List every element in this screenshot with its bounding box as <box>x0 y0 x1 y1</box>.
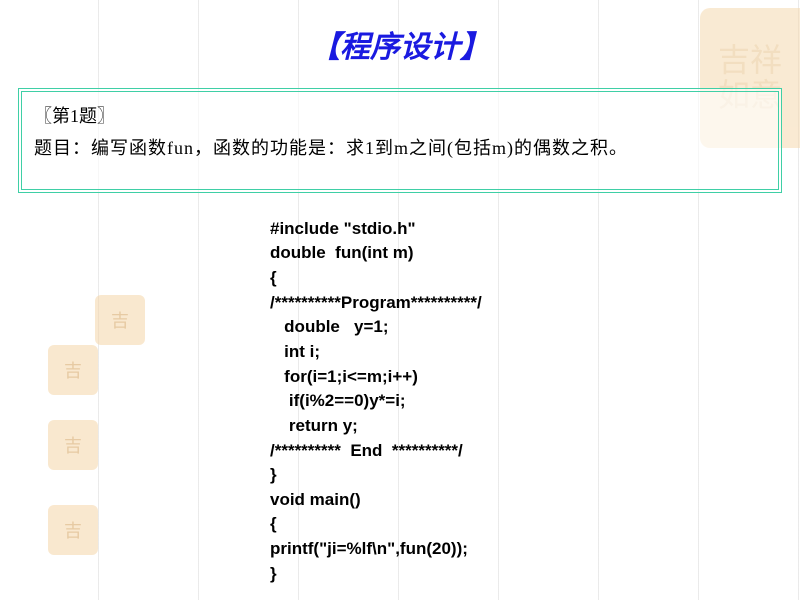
code-line: /********** End **********/ <box>270 441 463 460</box>
decorative-seal-4: 吉 <box>48 505 98 555</box>
code-line: /**********Program**********/ <box>270 293 482 312</box>
code-line: return y; <box>270 416 358 435</box>
code-line: { <box>270 268 277 287</box>
code-line: double y=1; <box>270 317 389 336</box>
code-line: #include "stdio.h" <box>270 219 416 238</box>
problem-number: 〖第1题〗 <box>34 102 766 128</box>
code-line: for(i=1;i<=m;i++) <box>270 367 418 386</box>
page-title: 【程序设计】 <box>0 0 800 78</box>
code-line: if(i%2==0)y*=i; <box>270 391 406 410</box>
decorative-seal-2: 吉 <box>48 345 98 395</box>
code-block: #include "stdio.h" double fun(int m) { /… <box>270 217 800 587</box>
code-line: int i; <box>270 342 320 361</box>
code-line: double fun(int m) <box>270 243 414 262</box>
code-line: } <box>270 465 277 484</box>
code-line: { <box>270 514 277 533</box>
problem-text: 题目：编写函数fun，函数的功能是：求1到m之间(包括m)的偶数之积。 <box>34 134 766 163</box>
code-line: void main() <box>270 490 361 509</box>
code-line: } <box>270 564 277 583</box>
decorative-seal-3: 吉 <box>48 420 98 470</box>
problem-box: 〖第1题〗 题目：编写函数fun，函数的功能是：求1到m之间(包括m)的偶数之积… <box>18 88 782 193</box>
code-line: printf("ji=%lf\n",fun(20)); <box>270 539 468 558</box>
decorative-seal-1: 吉 <box>95 295 145 345</box>
